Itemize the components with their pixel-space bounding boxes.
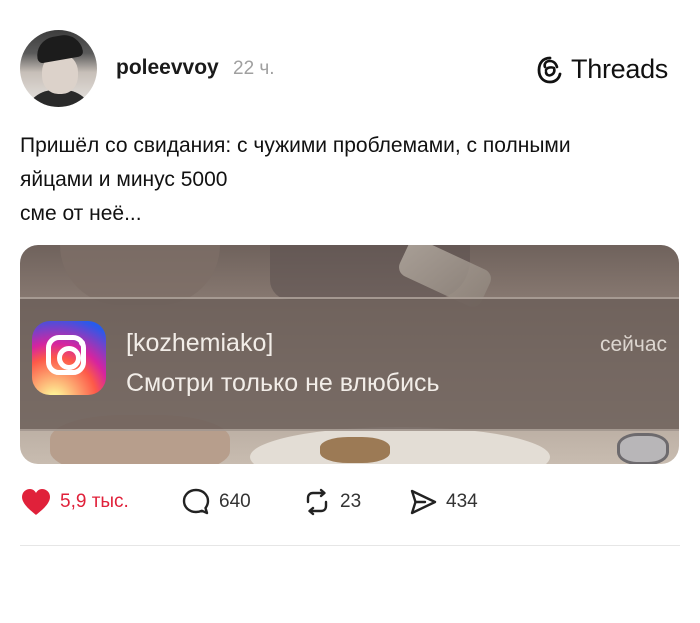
notification-time: сейчас bbox=[599, 333, 667, 356]
avatar[interactable] bbox=[20, 30, 97, 107]
instagram-icon bbox=[32, 321, 106, 395]
threads-logo-icon bbox=[537, 56, 562, 83]
post-image[interactable]: [kozhemiako] Смотри только не влюбись се… bbox=[20, 245, 679, 464]
repost-count: 23 bbox=[340, 491, 362, 512]
action-bar: 5,9 тыс. 640 23 434 bbox=[20, 487, 680, 523]
comment-button[interactable]: 640 bbox=[181, 487, 251, 517]
share-count: 434 bbox=[446, 491, 478, 512]
repost-button[interactable]: 23 bbox=[302, 487, 361, 517]
post-header: poleevvoy 22 ч. Threads bbox=[20, 30, 680, 108]
comment-icon bbox=[182, 488, 210, 515]
notification-body: Смотри только не влюбись bbox=[126, 369, 440, 397]
share-button[interactable]: 434 bbox=[408, 487, 478, 517]
comment-count: 640 bbox=[219, 491, 251, 512]
threads-brand: Threads bbox=[535, 54, 668, 85]
like-button[interactable]: 5,9 тыс. bbox=[20, 487, 129, 517]
notification-banner: [kozhemiako] Смотри только не влюбись се… bbox=[20, 297, 679, 431]
repost-icon bbox=[306, 488, 328, 516]
heart-icon bbox=[22, 489, 50, 515]
post-text-line: яйцами и минус 5000 bbox=[20, 168, 228, 191]
divider bbox=[20, 545, 680, 546]
post-text: Пришёл со свидания: с чужими проблемами,… bbox=[20, 129, 685, 231]
username[interactable]: poleevvoy bbox=[116, 56, 219, 80]
like-count: 5,9 тыс. bbox=[60, 491, 129, 512]
notification-title: [kozhemiako] bbox=[126, 329, 274, 357]
send-icon bbox=[410, 489, 437, 515]
brand-name: Threads bbox=[571, 54, 668, 84]
post-text-line: Пришёл со свидания: с чужими проблемами,… bbox=[20, 134, 571, 157]
post-time: 22 ч. bbox=[233, 58, 275, 79]
post-text-line: сме от неё... bbox=[20, 202, 142, 225]
